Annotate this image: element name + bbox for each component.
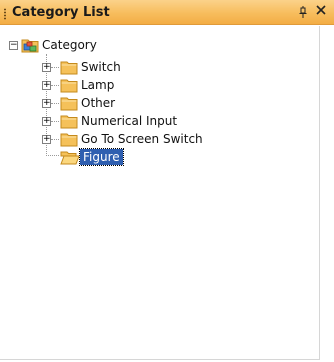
expand-toggle-icon[interactable]: + [42,117,51,126]
tree-node-label: Numerical Input [81,114,178,128]
expand-toggle-icon[interactable]: + [42,99,51,108]
tree-node-other[interactable]: + Other [0,94,320,112]
category-list-panel: Category List − Category + Switch + Lamp… [0,0,334,362]
tree-node-label-selected: Figure [79,148,124,166]
tree-node-numerical-input[interactable]: + Numerical Input [0,112,320,130]
category-root-icon [21,37,39,53]
category-tree[interactable]: − Category + Switch + Lamp + Other + Num… [0,26,320,360]
pin-icon[interactable] [298,5,308,19]
folder-icon [60,77,78,93]
tree-node-figure[interactable]: Figure [0,148,320,166]
folder-icon [60,59,78,75]
folder-icon [60,131,78,147]
panel-scroll-area [320,26,334,362]
drag-grip-icon[interactable] [4,8,6,20]
expand-toggle-icon[interactable]: + [42,63,51,72]
tree-node-label: Category [42,38,97,52]
close-icon[interactable] [315,3,329,19]
tree-node-label: Lamp [81,78,115,92]
panel-title-bar[interactable]: Category List [0,0,334,25]
open-folder-icon [60,149,80,165]
collapse-toggle-icon[interactable]: − [9,41,18,50]
tree-node-category[interactable]: − Category [0,36,320,54]
folder-icon [60,95,78,111]
panel-title: Category List [12,5,110,20]
tree-node-switch[interactable]: + Switch [0,58,320,76]
tree-node-go-to-screen-switch[interactable]: + Go To Screen Switch [0,130,320,148]
tree-node-label: Switch [81,60,121,74]
expand-toggle-icon[interactable]: + [42,135,51,144]
expand-toggle-icon[interactable]: + [42,81,51,90]
folder-icon [60,113,78,129]
tree-node-lamp[interactable]: + Lamp [0,76,320,94]
tree-node-label: Other [81,96,116,110]
tree-node-label: Go To Screen Switch [81,132,203,146]
